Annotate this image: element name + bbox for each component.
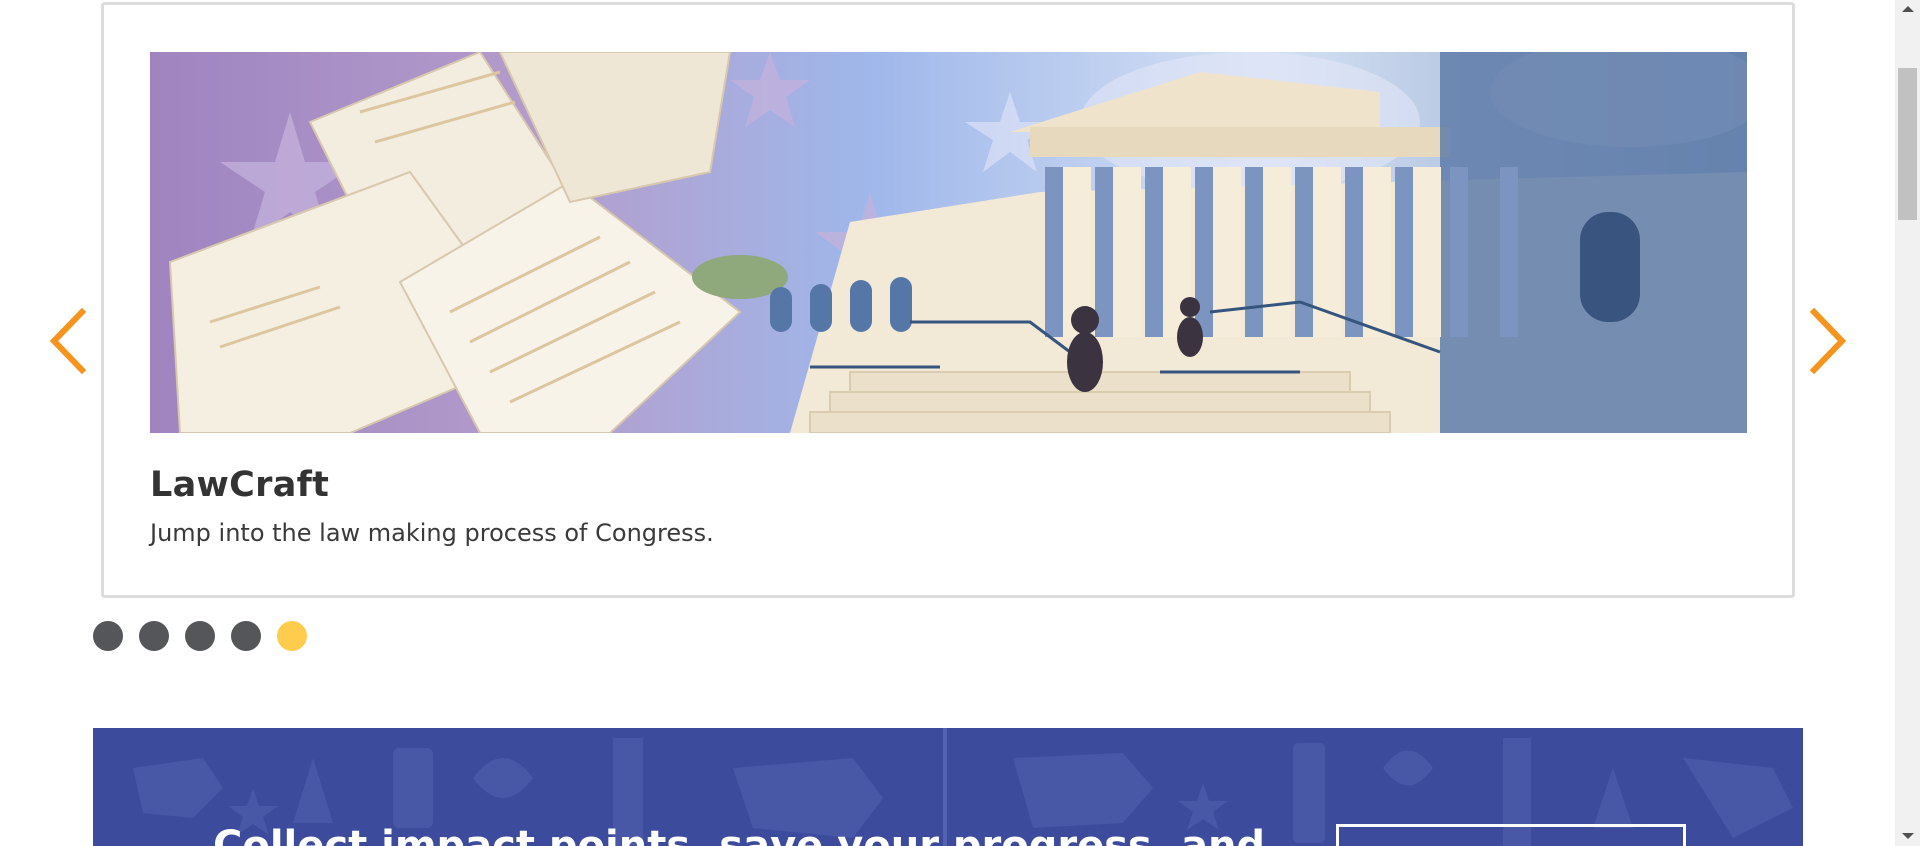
banner-headline: Collect impact points, save your progres… <box>213 823 1266 846</box>
carousel-dot-4[interactable] <box>231 621 261 651</box>
scroll-up-arrow-icon[interactable] <box>1902 6 1914 12</box>
carousel-dot-1[interactable] <box>93 621 123 651</box>
page: LawCraft Jump into the law making proces… <box>0 0 1920 846</box>
chevron-left-icon <box>49 308 87 374</box>
carousel-next-button[interactable] <box>1806 308 1850 374</box>
slide-title: LawCraft <box>150 465 330 505</box>
carousel-slide[interactable]: LawCraft Jump into the law making proces… <box>101 2 1795 598</box>
carousel-prev-button[interactable] <box>46 308 90 374</box>
carousel-dot-5[interactable] <box>277 621 307 651</box>
vertical-scrollbar[interactable] <box>1895 0 1920 846</box>
impact-points-banner: Collect impact points, save your progres… <box>93 728 1803 846</box>
chevron-right-icon <box>1809 308 1847 374</box>
carousel-dot-2[interactable] <box>139 621 169 651</box>
carousel-pagination <box>93 621 307 651</box>
slide-description: Jump into the law making process of Cong… <box>150 519 714 547</box>
slide-image <box>150 52 1747 433</box>
scrollbar-thumb[interactable] <box>1898 68 1917 220</box>
banner-cta-button[interactable] <box>1336 824 1686 846</box>
carousel-dot-3[interactable] <box>185 621 215 651</box>
scroll-down-arrow-icon[interactable] <box>1902 833 1914 839</box>
